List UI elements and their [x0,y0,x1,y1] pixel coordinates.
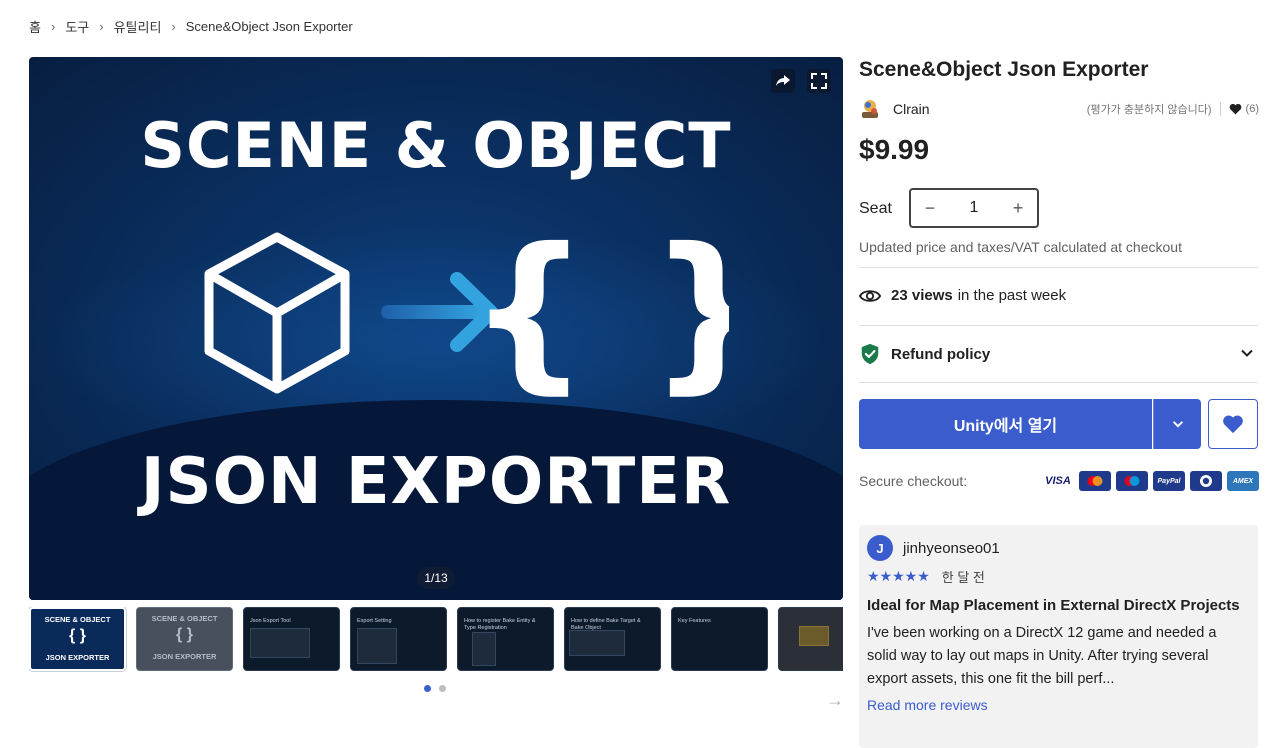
divider [859,325,1258,326]
maestro-icon [1116,471,1148,491]
visa-icon: VISA [1042,471,1074,491]
main-product-image[interactable]: SCENE & OBJECT { } JSON EXPORTER 1/ [29,57,843,600]
thumbnail-caption: How to register Bake Entity & Type Regis… [464,618,536,631]
braces-icon: { } [468,229,729,399]
open-in-unity-button[interactable]: Unity에서 열기 [859,399,1152,449]
thumbnail-panel [472,632,496,666]
carousel-dot-2[interactable] [439,685,446,692]
chevron-down-icon [1172,421,1183,428]
paypal-icon: PayPal [1153,471,1185,491]
thumbnail-braces: { } [69,627,86,644]
thumbnail-panel [569,630,625,656]
review-meta: ★★★★★ 한 달 전 [867,567,1250,586]
favorites-count: (6) [1245,103,1259,115]
hero-title-bottom: JSON EXPORTER [140,445,732,519]
divider [859,267,1258,268]
breadcrumb-home[interactable]: 홈 [29,17,41,36]
thumbnail-braces: { } [176,626,193,643]
review-time: 한 달 전 [941,570,985,585]
thumbnail-1[interactable]: SCENE & OBJECT { } JSON EXPORTER [29,607,127,672]
breadcrumb: 홈 › 도구 › 유틸리티 › Scene&Object Json Export… [29,17,353,36]
thumbnail-3[interactable]: Json Export Tool [243,607,340,671]
carousel-dots [424,685,446,692]
hero-title-top: SCENE & OBJECT [140,109,732,182]
review-body: I've been working on a DirectX 12 game a… [867,625,1217,687]
review-title: Ideal for Map Placement in External Dire… [867,597,1240,614]
chevron-right-icon: › [171,19,176,34]
product-title: Scene&Object Json Exporter [859,58,1149,81]
publisher-name[interactable]: Clrain [893,101,930,117]
breadcrumb-utility[interactable]: 유틸리티 [114,17,162,36]
price: $9.99 [859,134,930,165]
thumbnail-caption: Json Export Tool [250,618,291,624]
thumbnail-panel [357,628,397,664]
divider [859,382,1258,383]
views-info: 23 views in the past week [859,287,1066,304]
product-info-panel: Scene&Object Json Exporter Clrain (평가가 충… [859,57,1259,748]
thumbnail-caption: Key Features [678,618,711,624]
decrement-button[interactable]: − [923,198,937,219]
chevron-right-icon: › [50,19,56,34]
views-count: 23 views [891,287,953,304]
rating-meta: (평가가 충분하지 않습니다) (6) [1087,101,1259,117]
views-suffix: in the past week [957,287,1067,304]
thumbnail-7[interactable]: Key Features [671,607,768,671]
thumbnail-title: SCENE & OBJECT [44,615,111,624]
reviewer-name: jinhyeonseo01 [903,539,1000,557]
seat-quantity-value[interactable]: 1 [970,199,979,217]
seat-quantity-stepper: − 1 + [909,188,1039,228]
image-counter: 1/13 [417,567,455,589]
thumbnail-6[interactable]: How to define Bake Target & Bake Object [564,607,661,671]
publisher-logo-icon[interactable] [859,98,881,120]
refund-policy-toggle[interactable]: Refund policy [859,343,1259,365]
fullscreen-icon [811,73,827,89]
secure-checkout-label: Secure checkout: [859,473,968,489]
thumbnail-panel [799,626,829,646]
breadcrumb-tools[interactable]: 도구 [65,17,89,36]
thumbnail-2[interactable]: SCENE & OBJECT { } JSON EXPORTER [136,607,233,671]
mastercard-icon [1079,471,1111,491]
vat-note: Updated price and taxes/VAT calculated a… [859,239,1182,255]
heart-icon [1229,103,1241,115]
rating-text[interactable]: (평가가 충분하지 않습니다) [1087,101,1212,117]
increment-button[interactable]: + [1011,198,1025,219]
arrow-right-icon[interactable]: → [826,690,844,711]
thumbnail-subtitle: JSON EXPORTER [45,653,110,662]
review-card: J jinhyeonseo01 ★★★★★ 한 달 전 Ideal for Ma… [859,525,1258,748]
star-rating-icon: ★★★★★ [867,568,930,584]
refund-policy-label: Refund policy [891,345,991,363]
share-button[interactable] [771,69,795,93]
avatar: J [867,535,893,561]
chevron-right-icon: › [99,19,104,34]
fullscreen-button[interactable] [807,69,831,93]
thumbnail-5[interactable]: How to register Bake Entity & Type Regis… [457,607,554,671]
seat-label: Seat [859,200,892,217]
share-icon [776,75,790,86]
payment-methods: VISA PayPal AMEX [1042,471,1259,491]
diners-icon [1190,471,1222,491]
shield-check-icon [861,343,879,365]
thumbnail-8[interactable] [778,607,843,671]
breadcrumb-current: Scene&Object Json Exporter [185,19,353,34]
thumbnail-strip: SCENE & OBJECT { } JSON EXPORTER SCENE &… [29,607,843,673]
carousel-dot-1[interactable] [424,685,431,692]
cube-icon [204,232,350,394]
thumbnail-caption: Export Setting [357,618,392,624]
author-row: Clrain (평가가 충분하지 않습니다) (6) [859,98,1259,120]
amex-icon: AMEX [1227,471,1259,491]
open-in-unity-dropdown[interactable] [1153,399,1201,449]
cube-to-json-illustration: { } [204,229,729,399]
read-more-reviews-link[interactable]: Read more reviews [867,697,1250,713]
eye-icon [859,289,881,302]
thumbnail-4[interactable]: Export Setting [350,607,447,671]
divider [1219,102,1221,116]
review-header: J jinhyeonseo01 [867,535,1250,561]
add-to-favorites-button[interactable] [1208,399,1258,449]
thumbnail-subtitle: JSON EXPORTER [152,652,217,661]
thumbnail-title: SCENE & OBJECT [151,614,218,623]
heart-icon [1223,415,1243,434]
chevron-down-icon [1241,349,1253,357]
thumbnail-panel [250,628,310,658]
